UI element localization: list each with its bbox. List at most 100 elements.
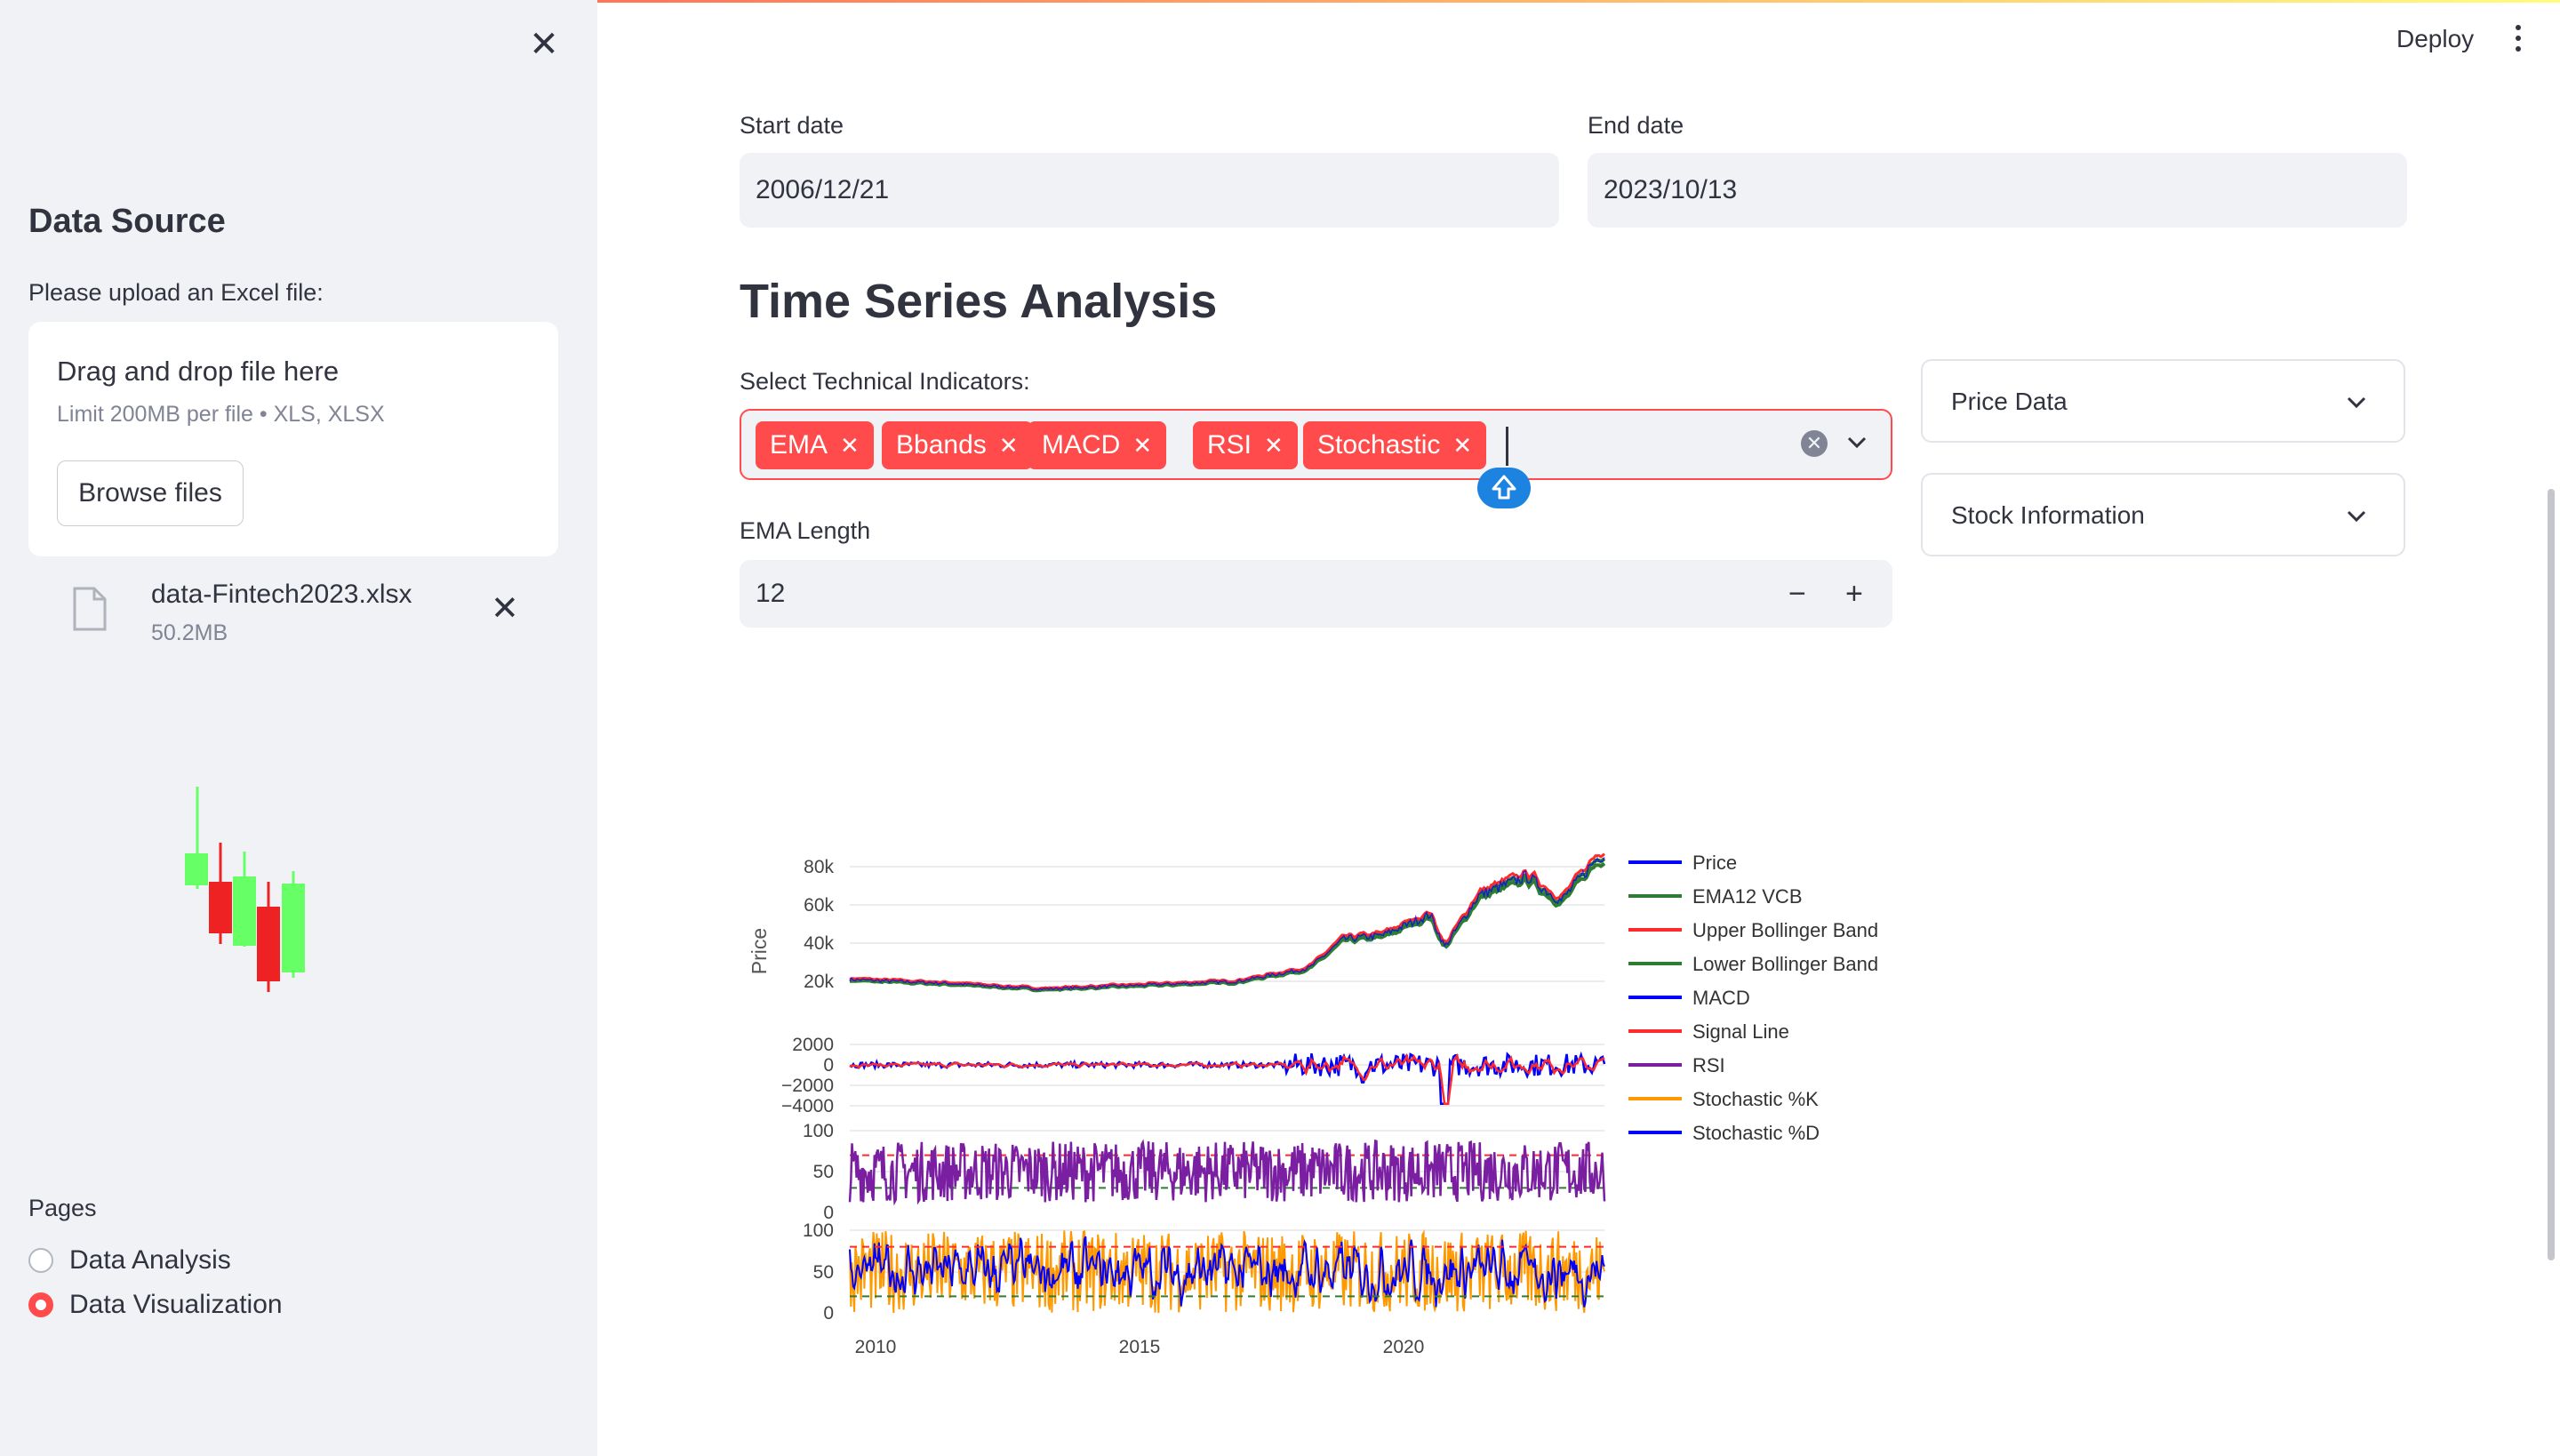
x-tick: 2010 (855, 1337, 897, 1357)
dropzone-title: Drag and drop file here (57, 356, 340, 387)
radio-unselected-icon[interactable] (28, 1248, 53, 1273)
indicator-tag-ema[interactable]: EMA ✕ (756, 421, 874, 469)
upload-arrow-icon (1477, 468, 1531, 508)
tag-label: Bbands (896, 430, 987, 460)
y-axis-label: Price (748, 928, 771, 974)
legend-label[interactable]: Stochastic %K (1692, 1088, 1819, 1110)
deploy-button[interactable]: Deploy (2396, 25, 2474, 53)
clear-all-icon[interactable]: ✕ (1801, 430, 1828, 457)
y-tick: 20k (804, 972, 834, 992)
indicator-chart[interactable]: Price 80k 60k 40k 20k 2000 0 −2000 −4000… (729, 827, 1902, 1369)
y-tick: 0 (823, 1055, 834, 1076)
y-tick: 100 (803, 1220, 834, 1241)
page-title: Time Series Analysis (740, 275, 1218, 328)
close-sidebar-icon[interactable]: ✕ (526, 27, 562, 62)
tag-label: MACD (1042, 430, 1121, 460)
indicator-tag-bbands[interactable]: Bbands ✕ (882, 421, 1033, 469)
sidebar-title: Data Source (28, 203, 226, 240)
end-date-input[interactable]: 2023/10/13 (1588, 153, 2407, 228)
browse-files-button[interactable]: Browse files (57, 460, 244, 526)
radio-selected-icon[interactable] (28, 1292, 53, 1317)
pages-label: Pages (28, 1195, 97, 1221)
upload-label: Please upload an Excel file: (28, 279, 324, 306)
series-upper-bollinger (849, 852, 1605, 990)
page-radio-data-visualization[interactable]: Data Visualization (28, 1285, 283, 1324)
chart-legend[interactable]: Price EMA12 VCB Upper Bollinger Band Lower … (1628, 852, 1878, 1144)
x-ticks: 2010 2015 2020 (855, 1337, 1425, 1357)
remove-tag-icon[interactable]: ✕ (1452, 432, 1472, 459)
indicator-tag-stochastic[interactable]: Stochastic ✕ (1303, 421, 1487, 469)
ema-length-input[interactable]: 12 − + (740, 560, 1892, 628)
page-radio-data-analysis[interactable]: Data Analysis (28, 1241, 231, 1280)
remove-tag-icon[interactable]: ✕ (999, 432, 1019, 459)
macd-y-ticks: 2000 0 −2000 −4000 (781, 1035, 834, 1116)
stochastic-y-ticks: 100 50 0 (803, 1220, 834, 1324)
sidebar: ✕ Data Source Please upload an Excel fil… (0, 0, 597, 1456)
file-size: 50.2MB (151, 620, 228, 645)
legend-label[interactable]: Stochastic %D (1692, 1122, 1820, 1144)
tag-label: Stochastic (1317, 430, 1441, 460)
series-macd (849, 1051, 1606, 1105)
x-tick: 2020 (1383, 1337, 1425, 1357)
file-name: data-Fintech2023.xlsx (151, 580, 412, 609)
remove-tag-icon[interactable]: ✕ (1264, 432, 1284, 459)
tag-label: RSI (1207, 430, 1252, 460)
end-date-label: End date (1588, 112, 1684, 139)
main-menu-icon[interactable] (2516, 25, 2524, 57)
legend-label[interactable]: Upper Bollinger Band (1692, 919, 1878, 941)
file-icon (73, 587, 107, 631)
candlestick-logo (185, 787, 305, 992)
indicators-multiselect[interactable]: EMA ✕ Bbands ✕ MACD ✕ RSI ✕ Stochastic ✕ ✕ (740, 409, 1892, 480)
y-tick: 50 (813, 1262, 834, 1283)
legend-label[interactable]: RSI (1692, 1054, 1725, 1076)
ema-length-value: 12 (756, 579, 786, 608)
rsi-y-ticks: 100 50 0 (803, 1121, 834, 1223)
remove-tag-icon[interactable]: ✕ (1132, 432, 1152, 459)
stock-information-expander[interactable]: Stock Information (1921, 473, 2405, 556)
y-tick: 50 (813, 1162, 834, 1182)
page-label: Data Visualization (69, 1290, 283, 1319)
y-tick: 100 (803, 1121, 834, 1141)
series-lower-bollinger (849, 861, 1606, 993)
chevron-down-icon (2347, 396, 2366, 409)
expander-title: Stock Information (1951, 501, 2145, 529)
y-tick: 80k (804, 857, 834, 877)
scrollbar[interactable] (2548, 489, 2555, 1260)
dropzone-limit: Limit 200MB per file • XLS, XLSX (57, 402, 385, 427)
y-tick: 40k (804, 933, 834, 954)
price-y-ticks: 80k 60k 40k 20k (804, 857, 834, 992)
decrement-button[interactable]: − (1788, 560, 1806, 628)
tag-label: EMA (770, 430, 828, 460)
indicator-tag-rsi[interactable]: RSI ✕ (1193, 421, 1298, 469)
legend-label[interactable]: Price (1692, 852, 1737, 874)
y-tick: 0 (823, 1303, 834, 1324)
legend-label[interactable]: EMA12 VCB (1692, 885, 1803, 908)
y-tick: 2000 (792, 1035, 834, 1055)
series-price (849, 856, 1605, 991)
legend-label[interactable]: MACD (1692, 987, 1750, 1009)
start-date-label: Start date (740, 112, 844, 139)
indicator-tag-macd[interactable]: MACD ✕ (1028, 421, 1167, 469)
text-cursor (1506, 427, 1508, 466)
chevron-down-icon (2347, 510, 2366, 523)
legend-label[interactable]: Lower Bollinger Band (1692, 953, 1878, 975)
chevron-down-icon[interactable] (1844, 428, 1870, 455)
remove-file-icon[interactable]: ✕ (491, 588, 519, 628)
legend-label[interactable]: Signal Line (1692, 1020, 1789, 1043)
start-date-input[interactable]: 2006/12/21 (740, 153, 1559, 228)
remove-tag-icon[interactable]: ✕ (840, 432, 860, 459)
x-tick: 2015 (1119, 1337, 1161, 1357)
price-data-expander[interactable]: Price Data (1921, 359, 2405, 443)
file-dropzone[interactable]: Drag and drop file here Limit 200MB per … (28, 322, 558, 556)
indicators-label: Select Technical Indicators: (740, 368, 1030, 395)
page-label: Data Analysis (69, 1245, 231, 1275)
y-tick: −4000 (781, 1096, 834, 1116)
expander-title: Price Data (1951, 388, 2068, 415)
y-tick: −2000 (781, 1076, 834, 1096)
series-ema12 (849, 857, 1606, 992)
ema-length-label: EMA Length (740, 517, 871, 544)
increment-button[interactable]: + (1845, 560, 1863, 628)
y-tick: 60k (804, 895, 834, 916)
uploaded-file: data-Fintech2023.xlsx 50.2MB ✕ (28, 576, 558, 656)
plot-layer (848, 852, 1606, 1314)
